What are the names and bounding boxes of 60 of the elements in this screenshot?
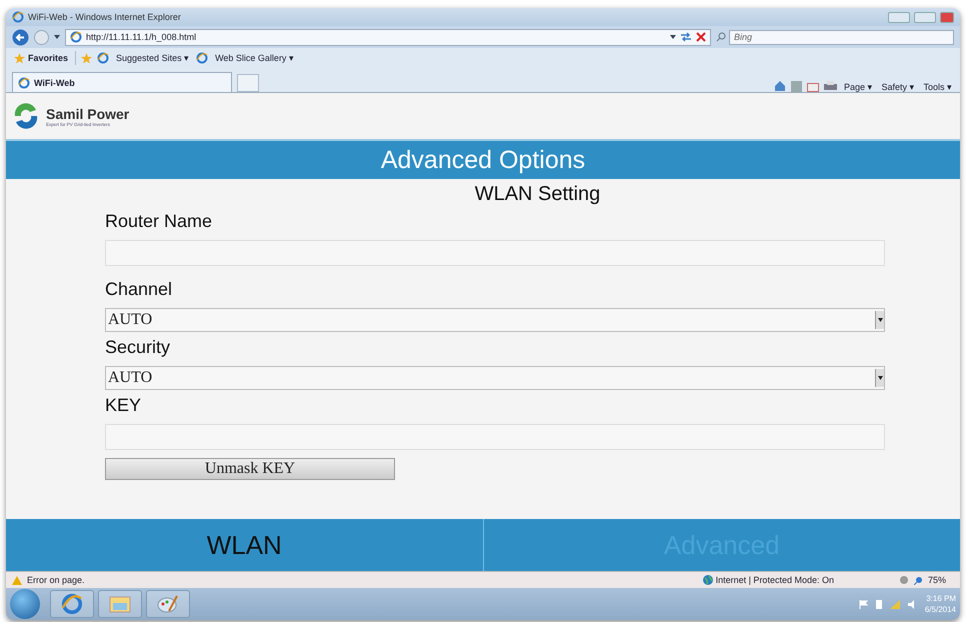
brand-name: Samil Power: [46, 106, 130, 122]
search-field[interactable]: Bing: [729, 30, 954, 44]
add-favorite-icon[interactable]: [81, 52, 92, 64]
new-tab-button[interactable]: [237, 74, 259, 92]
speaker-icon[interactable]: [908, 600, 917, 608]
warning-icon: [12, 576, 22, 584]
stop-icon[interactable]: [696, 32, 706, 42]
command-menu[interactable]: Page ▾: [842, 82, 874, 92]
page-icon: [70, 31, 82, 43]
star-icon[interactable]: [14, 52, 25, 64]
dropdown-caret-icon[interactable]: [54, 35, 60, 39]
favorites-button[interactable]: Favorites: [12, 52, 70, 64]
folder-taskbar-button[interactable]: [98, 590, 142, 618]
start-button[interactable]: [10, 589, 40, 619]
url-text: http://11.11.11.1/h_008.html: [86, 32, 198, 42]
close-button[interactable]: [940, 12, 954, 22]
unmask-key-button[interactable]: Unmask KEY: [105, 458, 395, 480]
browser-logo-icon: [61, 593, 83, 615]
favorites-link[interactable]: Suggested Sites ▾: [114, 53, 192, 63]
section-title: WLAN Setting: [474, 183, 600, 206]
restore-button[interactable]: [914, 12, 936, 22]
dropdown-arrow-icon[interactable]: [878, 318, 882, 322]
signal-icon[interactable]: [890, 600, 900, 608]
field-label: Router Name: [105, 211, 214, 232]
paint-palette-icon: [157, 594, 179, 614]
folder-icon: [109, 595, 131, 613]
company-logo-icon: [12, 102, 40, 130]
browser-taskbar-button[interactable]: [50, 590, 94, 618]
command-menu[interactable]: Tools ▾: [921, 82, 954, 92]
search-icon: [716, 32, 726, 42]
browser-logo-icon: [12, 11, 24, 23]
status-message: Error on page.: [27, 575, 85, 585]
dropdown-caret-icon[interactable]: [670, 35, 676, 39]
field-label: KEY: [105, 395, 142, 416]
input-field[interactable]: [105, 240, 885, 266]
page-header: Advanced Options: [6, 139, 960, 179]
browser-tab[interactable]: WiFi-Web: [12, 72, 232, 92]
zoom-level[interactable]: 75%: [928, 575, 946, 585]
window-title: WiFi-Web - Windows Internet Explorer: [28, 12, 182, 22]
field-label: Security: [105, 337, 172, 358]
dropdown-field[interactable]: AUTO: [105, 308, 885, 332]
tab-icon: [18, 76, 30, 88]
globe-icon: [702, 575, 713, 585]
paint-taskbar-button[interactable]: [146, 590, 190, 618]
input-field[interactable]: [105, 424, 885, 450]
field-label: Channel: [105, 279, 174, 300]
page-icon: [196, 52, 208, 64]
zoom-icon[interactable]: [914, 576, 923, 584]
address-field[interactable]: http://11.11.11.1/h_008.html: [65, 28, 711, 46]
dropdown-field[interactable]: AUTO: [105, 366, 885, 390]
dropdown-arrow-icon[interactable]: [878, 376, 882, 380]
minimize-button[interactable]: [888, 12, 910, 22]
page-icon: [97, 52, 110, 64]
printer-icon[interactable]: [824, 81, 837, 92]
mail-icon[interactable]: [806, 83, 819, 92]
favorites-link[interactable]: Web Slice Gallery ▾: [213, 53, 296, 63]
command-menu[interactable]: Safety ▾: [879, 82, 916, 92]
security-zone-text: Internet | Protected Mode: On: [716, 575, 834, 585]
refresh-icon[interactable]: [680, 32, 692, 42]
flag-icon[interactable]: [858, 600, 868, 608]
